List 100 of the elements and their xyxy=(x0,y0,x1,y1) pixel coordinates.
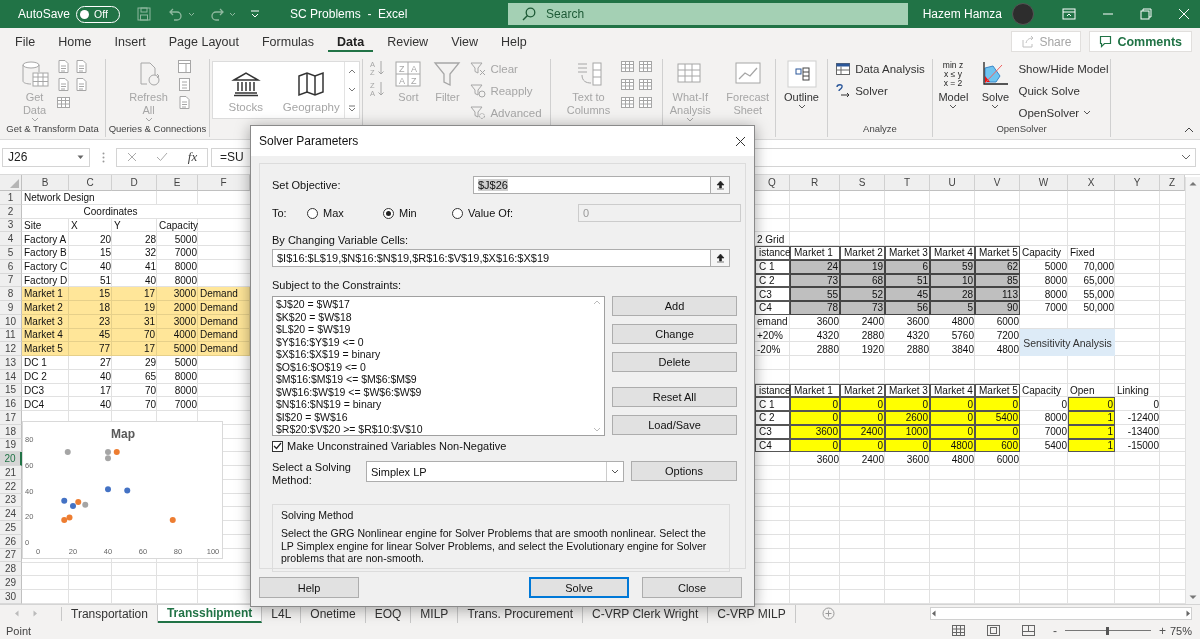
horizontal-scrollbar[interactable] xyxy=(930,607,1192,620)
constraint-item[interactable]: $J$20 = $W$17 xyxy=(276,298,587,311)
row-header[interactable]: 20 xyxy=(0,452,22,466)
menu-tab[interactable]: File xyxy=(6,28,45,55)
menu-tab[interactable]: Data xyxy=(328,28,374,55)
row-header[interactable]: 16 xyxy=(0,397,22,411)
row-header[interactable]: 9 xyxy=(0,301,22,315)
dialog-button[interactable]: Reset All xyxy=(612,387,737,407)
constraint-item[interactable]: $L$20 = $W$19 xyxy=(276,323,587,336)
scroll-left-icon[interactable] xyxy=(931,610,936,617)
row-header[interactable]: 25 xyxy=(0,521,22,535)
row-header[interactable]: 17 xyxy=(0,411,22,425)
row-header[interactable]: 1 xyxy=(0,191,22,205)
page-break-icon[interactable] xyxy=(1021,625,1035,636)
scroll-up-icon[interactable] xyxy=(593,300,601,305)
name-box[interactable]: J26 xyxy=(2,147,90,167)
constraint-item[interactable]: $M$16:$M$19 <= $M$6:$M$9 xyxy=(276,373,587,386)
menu-tab[interactable]: Insert xyxy=(105,28,155,55)
normal-view-icon[interactable] xyxy=(951,625,965,636)
scroll-down-icon[interactable] xyxy=(1189,595,1197,600)
row-header[interactable]: 13 xyxy=(0,356,22,370)
row-header[interactable]: 8 xyxy=(0,287,22,301)
previous-icon[interactable] xyxy=(14,610,19,617)
sheet-button[interactable]: Sensitivity Analysis xyxy=(1020,329,1115,356)
ribbon-button[interactable]: Quick Solve xyxy=(1016,81,1111,100)
scroll-up-icon[interactable] xyxy=(1189,181,1197,186)
more-icon[interactable] xyxy=(348,104,356,112)
row-header[interactable]: 4 xyxy=(0,232,22,246)
column-header[interactable]: Y xyxy=(1115,175,1160,191)
checkbox[interactable]: Make Unconstrained Variables Non-Negative xyxy=(272,440,741,452)
cancel-icon[interactable] xyxy=(126,152,137,162)
ribbon-button[interactable]: Outline xyxy=(776,59,827,110)
next-icon[interactable] xyxy=(33,610,38,617)
save-icon[interactable] xyxy=(136,6,153,22)
row-header[interactable]: 5 xyxy=(0,246,22,260)
collapse-icon[interactable] xyxy=(715,180,725,190)
dialog-button[interactable]: Delete xyxy=(612,352,737,372)
page-layout-icon[interactable] xyxy=(986,625,1000,636)
ribbon-button[interactable]: OpenSolver xyxy=(1016,103,1111,122)
constraint-item[interactable]: $I$20 = $W$16 xyxy=(276,410,587,423)
ribbon-button[interactable]: Solver xyxy=(833,81,927,100)
zoom-slider[interactable] xyxy=(1064,625,1151,636)
add-sheet-icon[interactable] xyxy=(821,607,835,620)
variable-cells-field[interactable]: $I$16:$L$19,$N$16:$N$19,$R$16:$V$19,$X$16:$X$19 xyxy=(272,249,730,267)
column-header[interactable]: X xyxy=(1068,175,1115,191)
column-header[interactable]: B xyxy=(22,175,69,191)
dialog-button[interactable]: Load/Save xyxy=(612,415,737,435)
method-dropdown[interactable]: Simplex LP xyxy=(366,461,624,482)
menu-tab[interactable]: Help xyxy=(492,28,536,55)
constraint-item[interactable]: $O$16:$O$19 <= 0 xyxy=(276,360,587,373)
scroll-right-icon[interactable] xyxy=(1186,610,1191,617)
constraint-item[interactable]: $R$20:$V$20 >= $R$10:$V$10 xyxy=(276,423,587,436)
constraint-item[interactable]: $K$20 = $W$18 xyxy=(276,310,587,323)
undo-icon[interactable] xyxy=(168,6,185,22)
scroll-down-icon[interactable] xyxy=(593,427,601,432)
comments-button[interactable]: Comments xyxy=(1089,31,1192,52)
row-header[interactable]: 28 xyxy=(0,562,22,576)
column-header[interactable]: U xyxy=(930,175,975,191)
column-header[interactable]: Z xyxy=(1160,175,1185,191)
search-field[interactable]: Search xyxy=(508,3,909,25)
restore-icon[interactable] xyxy=(1140,8,1152,20)
dialog-button[interactable]: Solve xyxy=(529,577,629,598)
close-icon[interactable] xyxy=(735,135,746,147)
ribbon-display-icon[interactable] xyxy=(1062,8,1076,20)
row-header[interactable]: 12 xyxy=(0,342,22,356)
customize-icon[interactable] xyxy=(250,9,261,19)
column-header[interactable]: V xyxy=(975,175,1020,191)
collapse-ribbon-icon[interactable] xyxy=(1184,127,1194,133)
collapse-icon[interactable] xyxy=(715,253,725,263)
row-header[interactable]: 21 xyxy=(0,466,22,480)
column-header[interactable]: R xyxy=(790,175,840,191)
row-header[interactable]: 29 xyxy=(0,576,22,590)
caret-icon[interactable] xyxy=(229,11,237,17)
scroll-up-icon[interactable] xyxy=(348,68,356,74)
avatar[interactable] xyxy=(1012,3,1034,25)
column-header[interactable]: C xyxy=(69,175,112,191)
column-header[interactable]: F xyxy=(198,175,250,191)
row-header[interactable]: 24 xyxy=(0,507,22,521)
constraint-item[interactable]: $N$16:$N$19 = binary xyxy=(276,398,587,411)
dialog-button[interactable]: Close xyxy=(642,577,742,598)
caret-icon[interactable] xyxy=(188,11,196,17)
ribbon-button[interactable]: min z x ≤ y x = 2 Model xyxy=(932,59,975,110)
dialog-button[interactable]: Add xyxy=(612,296,737,316)
zoom-out-button[interactable]: - xyxy=(1052,623,1057,638)
menu-tab[interactable]: Formulas xyxy=(252,28,324,55)
column-header[interactable]: T xyxy=(885,175,930,191)
insert-function-button[interactable]: fx xyxy=(187,149,198,165)
column-header[interactable]: D xyxy=(112,175,157,191)
scroll-down-icon[interactable] xyxy=(348,86,356,92)
radio-button[interactable]: Value Of: xyxy=(452,207,552,219)
radio-button[interactable]: Min xyxy=(383,207,452,219)
constraint-item[interactable]: $W$16:$W$19 <= $W$6:$W$9 xyxy=(276,385,587,398)
menu-tab[interactable]: Review xyxy=(378,28,438,55)
ribbon-button[interactable]: Data Analysis xyxy=(833,59,927,78)
redo-icon[interactable] xyxy=(209,6,226,22)
zoom-in-button[interactable]: + xyxy=(1158,623,1166,638)
constraint-item[interactable]: $X$16:$X$19 = binary xyxy=(276,348,587,361)
column-header[interactable]: Q xyxy=(755,175,790,191)
column-header[interactable]: S xyxy=(840,175,885,191)
vertical-scrollbar[interactable] xyxy=(1185,177,1200,604)
